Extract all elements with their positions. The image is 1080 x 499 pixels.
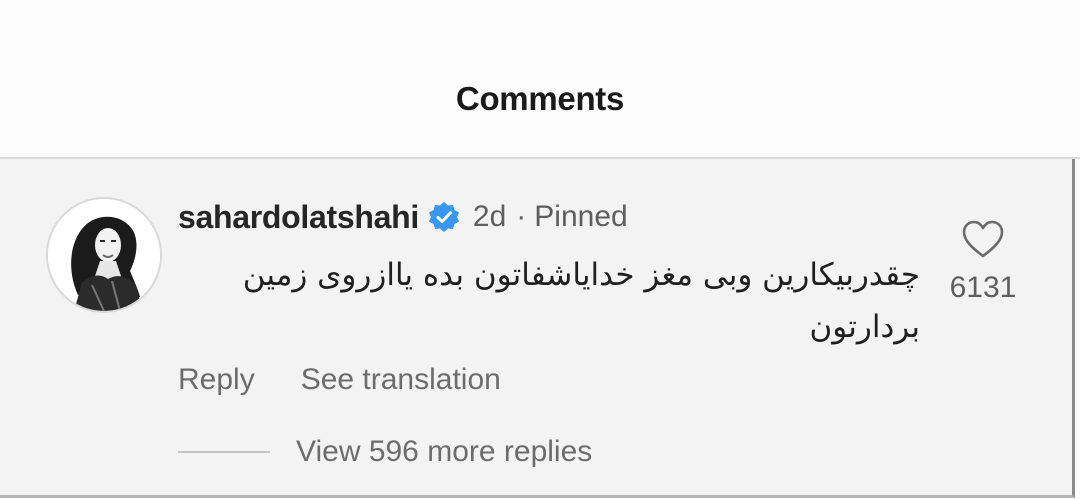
like-count: 6131	[949, 271, 1017, 304]
comment-item: sahardolatshahi 2d · Pinned چقدربیکارین …	[0, 159, 1075, 498]
reply-button[interactable]: Reply	[178, 363, 255, 397]
comments-header: Comments	[0, 0, 1080, 158]
see-translation-button[interactable]: See translation	[301, 363, 501, 397]
avatar[interactable]	[46, 197, 162, 313]
view-more-replies-button[interactable]: View 596 more replies	[178, 435, 592, 469]
replies-divider-line	[178, 451, 270, 453]
verified-badge-icon	[427, 200, 461, 234]
comment-actions: Reply See translation	[178, 363, 501, 397]
page-title: Comments	[455, 80, 625, 117]
comments-screen: Comments sahardolatshahi 2d · Pinned چقد…	[0, 0, 1080, 499]
heart-outline-icon[interactable]	[961, 219, 1005, 259]
view-replies-label: View 596 more replies	[296, 435, 593, 468]
comment-meta: sahardolatshahi 2d · Pinned	[178, 197, 628, 237]
comment-text: چقدربیکارین وبی مغز خدایاشفاتون بده یااز…	[242, 257, 920, 345]
avatar-portrait-image	[48, 199, 160, 311]
pinned-label: Pinned	[534, 200, 628, 233]
meta-separator: ·	[516, 200, 527, 233]
comment-timestamp: 2d	[472, 200, 507, 233]
like-section: 6131	[938, 219, 1028, 305]
username-link[interactable]: sahardolatshahi	[178, 199, 419, 236]
